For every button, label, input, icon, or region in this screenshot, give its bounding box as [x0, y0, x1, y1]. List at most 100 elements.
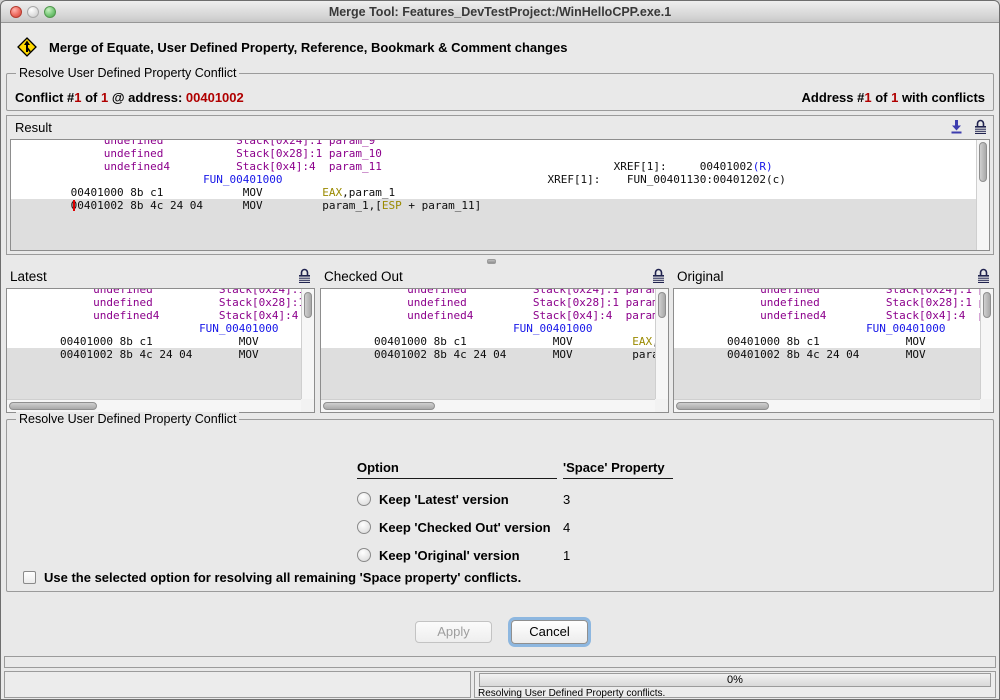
listing-line: 00401000 8b c1 MOV EAX,param_1	[321, 335, 655, 348]
scrollbar-thumb[interactable]	[979, 142, 987, 182]
result-vertical-scrollbar[interactable]	[976, 140, 989, 250]
close-button[interactable]	[10, 6, 22, 18]
option-row-original: Keep 'Original' version 1	[357, 547, 673, 563]
original-vertical-scrollbar[interactable]	[980, 289, 993, 399]
scrollbar-corner	[980, 399, 993, 412]
latest-panel-title: Latest	[10, 269, 47, 284]
listing-line: undefined Stack[0x28]:1 param_10	[321, 296, 655, 309]
latest-listing[interactable]: undefined Stack[0x24]:1 param_9 undefine…	[7, 289, 301, 399]
listing-line: 00401000 8b c1 MOV EAX,param_1	[11, 186, 976, 199]
latest-horizontal-scrollbar[interactable]	[7, 399, 301, 412]
merge-sign-icon	[17, 37, 37, 57]
checked-out-panel: Checked Out undefined Stack[0x24]:1 para…	[320, 266, 669, 413]
apply-button[interactable]: Apply	[415, 621, 492, 643]
keep-latest-label: Keep 'Latest' version	[379, 492, 509, 507]
listing-line: undefined4 Stack[0x4]:4 param_11	[674, 309, 980, 322]
zoom-button[interactable]	[44, 6, 56, 18]
latest-vertical-scrollbar[interactable]	[301, 289, 314, 399]
lock-icon[interactable]	[977, 268, 990, 284]
address-counter: Address #1 of 1 with conflicts	[801, 90, 985, 105]
keep-original-radio[interactable]	[357, 548, 371, 562]
listing-line: 00401002 8b 4c 24 04 MOV param_1,[ESP + …	[7, 348, 301, 361]
keep-original-label: Keep 'Original' version	[379, 548, 520, 563]
listing-line: undefined Stack[0x24]:1 param_9	[674, 289, 980, 296]
window-title: Merge Tool: Features_DevTestProject:/Win…	[71, 1, 929, 23]
listing-line: 00401002 8b 4c 24 04 MOV param_1,[ESP + …	[674, 348, 980, 361]
original-horizontal-scrollbar[interactable]	[674, 399, 980, 412]
option-column-header: Option	[357, 460, 557, 479]
listing-line: undefined Stack[0x28]:1 param_10	[11, 147, 976, 160]
cancel-button[interactable]: Cancel	[511, 620, 588, 644]
space-property-column-header: 'Space' Property	[563, 460, 673, 479]
conflict-box-title: Resolve User Defined Property Conflict	[16, 66, 239, 80]
use-for-all-row: Use the selected option for resolving al…	[23, 570, 521, 585]
checked-out-listing[interactable]: undefined Stack[0x24]:1 param_9 undefine…	[321, 289, 655, 399]
lock-icon[interactable]	[652, 268, 665, 284]
conflict-counter: Conflict #1 of 1 @ address: 00401002	[15, 90, 244, 105]
use-for-all-checkbox[interactable]	[23, 571, 36, 584]
checked-out-space-value: 4	[563, 520, 673, 535]
original-panel-title: Original	[677, 269, 724, 284]
use-for-all-label: Use the selected option for resolving al…	[44, 570, 521, 585]
listing-line: 00401002 8b 4c 24 04 MOV param_1,[ESP + …	[11, 199, 976, 212]
latest-space-value: 3	[563, 492, 673, 507]
listing-line: 00401000 8b c1 MOV EAX,param_1	[7, 335, 301, 348]
progress-bar: 0%	[479, 673, 991, 687]
listing-line: undefined4 Stack[0x4]:4 param_11 XREF[1]…	[11, 160, 976, 173]
resolve-options-box: Resolve User Defined Property Conflict O…	[6, 419, 994, 592]
checked-out-vertical-scrollbar[interactable]	[655, 289, 668, 399]
scroll-to-bottom-icon[interactable]	[949, 119, 964, 135]
listing-line: undefined Stack[0x24]:1 param_9	[321, 289, 655, 296]
keep-latest-radio[interactable]	[357, 492, 371, 506]
option-row-checked-out: Keep 'Checked Out' version 4	[357, 519, 673, 535]
status-message: Resolving User Defined Property conflict…	[478, 688, 665, 699]
lock-icon[interactable]	[974, 119, 987, 135]
merge-banner: Merge of Equate, User Defined Property, …	[17, 35, 567, 59]
original-space-value: 1	[563, 548, 673, 563]
checked-out-listing-frame: undefined Stack[0x24]:1 param_9 undefine…	[320, 288, 669, 413]
listing-line: FUN_00401000	[674, 322, 980, 335]
splitter-handle[interactable]	[487, 259, 496, 264]
checked-out-panel-header: Checked Out	[320, 266, 669, 288]
scrollbar-thumb[interactable]	[323, 402, 435, 410]
keep-checked-out-radio[interactable]	[357, 520, 371, 534]
options-table-header: Option 'Space' Property	[357, 460, 673, 479]
listing-line: undefined Stack[0x24]:1 param_9	[7, 289, 301, 296]
scrollbar-corner	[655, 399, 668, 412]
checked-out-panel-title: Checked Out	[324, 269, 403, 284]
result-listing[interactable]: undefined Stack[0x24]:1 param_9 undefine…	[11, 140, 976, 250]
option-row-latest: Keep 'Latest' version 3	[357, 491, 673, 507]
titlebar[interactable]: Merge Tool: Features_DevTestProject:/Win…	[1, 1, 999, 23]
minimize-button[interactable]	[27, 6, 39, 18]
resolve-options-box-title: Resolve User Defined Property Conflict	[16, 412, 239, 426]
result-panel-title: Result	[15, 120, 52, 135]
listing-line: 00401002 8b 4c 24 04 MOV param_1,[ESP + …	[321, 348, 655, 361]
listing-line: undefined Stack[0x28]:1 param_10	[7, 296, 301, 309]
status-left-panel	[4, 671, 471, 698]
original-panel-header: Original	[673, 266, 994, 288]
result-listing-frame: undefined Stack[0x24]:1 param_9 undefine…	[10, 139, 990, 251]
listing-line: FUN_00401000	[321, 322, 655, 335]
message-strip	[4, 656, 996, 668]
listing-line: FUN_00401000	[7, 322, 301, 335]
listing-line: undefined4 Stack[0x4]:4 param_11	[7, 309, 301, 322]
lock-icon[interactable]	[298, 268, 311, 284]
latest-listing-frame: undefined Stack[0x24]:1 param_9 undefine…	[6, 288, 315, 413]
merge-tool-window: Merge Tool: Features_DevTestProject:/Win…	[0, 0, 1000, 700]
original-listing-frame: undefined Stack[0x24]:1 param_9 undefine…	[673, 288, 994, 413]
scrollbar-thumb[interactable]	[304, 292, 312, 318]
banner-text: Merge of Equate, User Defined Property, …	[49, 40, 567, 55]
listing-line: undefined Stack[0x28]:1 param_10	[674, 296, 980, 309]
scrollbar-thumb[interactable]	[658, 292, 666, 318]
keep-checked-out-label: Keep 'Checked Out' version	[379, 520, 551, 535]
options-table: Option 'Space' Property Keep 'Latest' ve…	[357, 460, 673, 563]
result-panel-header: Result	[7, 116, 993, 139]
scrollbar-thumb[interactable]	[983, 292, 991, 318]
scrollbar-thumb[interactable]	[9, 402, 97, 410]
listing-line: 00401000 8b c1 MOV EAX,param_1	[674, 335, 980, 348]
scrollbar-thumb[interactable]	[676, 402, 769, 410]
scrollbar-corner	[301, 399, 314, 412]
checked-out-horizontal-scrollbar[interactable]	[321, 399, 655, 412]
listing-line: undefined4 Stack[0x4]:4 param_11	[321, 309, 655, 322]
original-listing[interactable]: undefined Stack[0x24]:1 param_9 undefine…	[674, 289, 980, 399]
